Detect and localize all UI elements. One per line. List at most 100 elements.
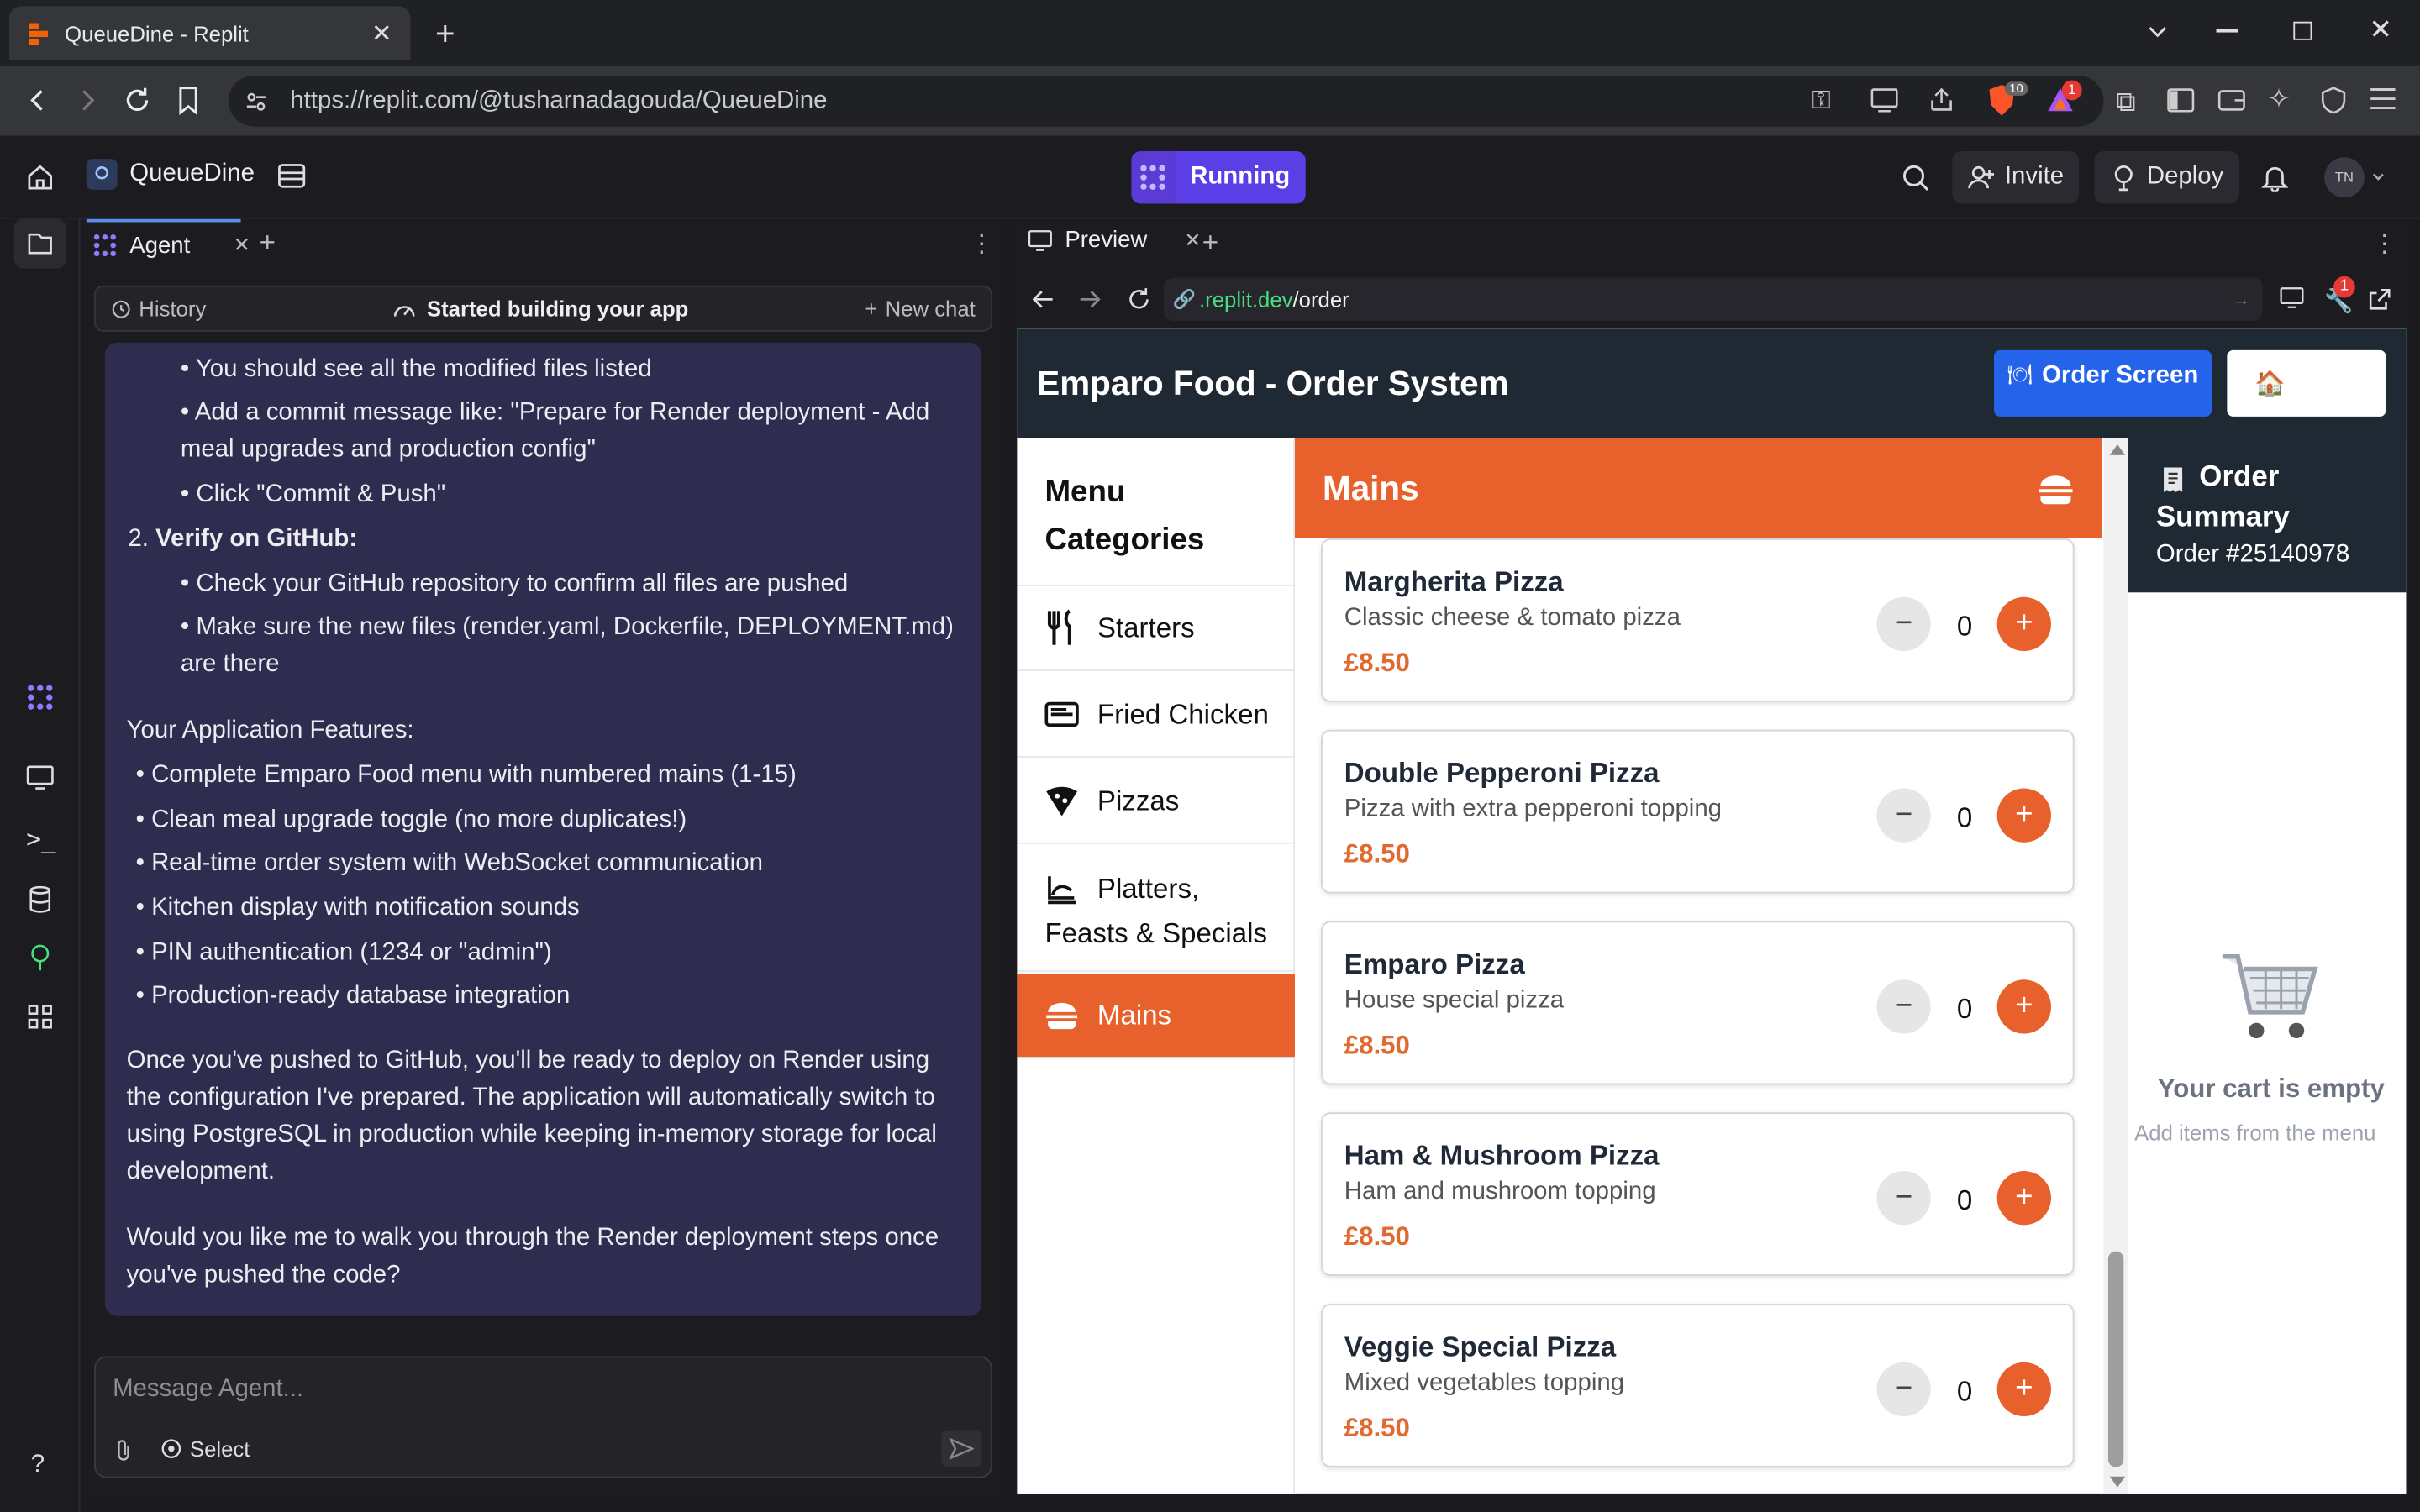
- add-tab-icon[interactable]: +: [260, 227, 276, 260]
- preview-forward-icon[interactable]: [1077, 287, 1102, 312]
- project-switcher[interactable]: QueueDine: [86, 159, 255, 190]
- browser-menu-icon[interactable]: [2369, 88, 2396, 110]
- agent-tab-label: Agent: [129, 232, 191, 259]
- category-fried-chicken[interactable]: Fried Chicken: [1017, 673, 1295, 758]
- tab-list-chevron-icon[interactable]: [2145, 18, 2170, 43]
- category-starters[interactable]: Starters: [1017, 586, 1295, 671]
- shell-icon[interactable]: >_: [26, 824, 55, 853]
- menu-item-card: Ham & Mushroom Pizza Ham and mushroom top…: [1321, 1112, 2075, 1276]
- increase-quantity-button[interactable]: +: [1996, 1171, 2051, 1226]
- file-tree-icon[interactable]: [13, 218, 66, 269]
- search-icon[interactable]: [1902, 164, 1929, 192]
- forward-icon[interactable]: [72, 87, 100, 114]
- category-pizzas[interactable]: Pizzas: [1017, 759, 1295, 844]
- category-label: Starters: [1097, 612, 1195, 643]
- decrease-quantity-button[interactable]: −: [1876, 788, 1931, 843]
- decrease-quantity-button[interactable]: −: [1876, 979, 1931, 1034]
- decrease-quantity-button[interactable]: −: [1876, 1171, 1931, 1226]
- vpn-icon[interactable]: [2320, 87, 2348, 114]
- open-new-window-icon[interactable]: [2367, 287, 2391, 312]
- empty-cart-subtitle: Add items from the menu: [2134, 1120, 2376, 1145]
- preview-reload-icon[interactable]: [1125, 286, 1153, 313]
- tab-agent[interactable]: Agent ✕: [86, 218, 250, 269]
- menu-item-name: Ham & Mushroom Pizza: [1344, 1140, 1660, 1172]
- new-tab-icon[interactable]: +: [435, 14, 455, 55]
- share-icon[interactable]: [1928, 87, 1955, 114]
- browser-tab-title: QueueDine - Replit: [65, 20, 249, 46]
- menu-item-card: Double Pepperoni Pizza Pizza with extra p…: [1321, 729, 2075, 894]
- bookmark-icon[interactable]: [176, 85, 200, 116]
- order-screen-button[interactable]: 🍽 Order Screen: [1994, 349, 2212, 417]
- category-label: Fried Chicken: [1097, 698, 1269, 729]
- category-platters[interactable]: Platters, Feasts & Specials: [1017, 846, 1295, 973]
- database-rail-icon[interactable]: [28, 885, 52, 913]
- database-icon[interactable]: [278, 162, 306, 190]
- close-window-icon[interactable]: ✕: [2369, 14, 2392, 47]
- preview-rail-icon[interactable]: [26, 765, 54, 790]
- browser-tab[interactable]: QueueDine - Replit ✕: [9, 6, 411, 60]
- menu-item-card: Margherita Pizza Classic cheese & tomato …: [1321, 538, 2075, 702]
- password-key-icon[interactable]: ⚿: [1812, 88, 1830, 116]
- menu-item-price: £8.50: [1344, 648, 1410, 678]
- scroll-up-arrow-icon[interactable]: [2109, 444, 2126, 455]
- home-button[interactable]: 🏠: [2227, 349, 2386, 417]
- leo-ai-icon[interactable]: ✧: [2267, 83, 2291, 116]
- menu-item-price: £8.50: [1344, 1413, 1410, 1443]
- invite-button[interactable]: Invite: [1952, 150, 2080, 204]
- scroll-thumb[interactable]: [2107, 1251, 2124, 1467]
- new-chat-button[interactable]: + New chat: [865, 297, 975, 321]
- menu-item-price: £8.50: [1344, 1030, 1410, 1060]
- preview-back-icon[interactable]: [1031, 287, 1055, 312]
- back-icon[interactable]: [24, 87, 52, 114]
- cast-icon[interactable]: [1870, 88, 1898, 113]
- feature-item: • Kitchen display with notification soun…: [135, 895, 580, 921]
- all-tools-icon[interactable]: [28, 1005, 52, 1029]
- decrease-quantity-button[interactable]: −: [1876, 596, 1931, 652]
- platter-icon: [1044, 872, 1078, 906]
- new-chat-label: New chat: [885, 296, 976, 322]
- attach-icon[interactable]: [113, 1438, 134, 1462]
- agent-rail-icon[interactable]: [26, 684, 54, 711]
- site-settings-icon[interactable]: [244, 89, 268, 113]
- category-mains[interactable]: Mains: [1017, 973, 1295, 1058]
- menu-item-card: Emparo Pizza House special pizza £8.50 −0 +: [1321, 921, 2075, 1085]
- preview-menu-icon[interactable]: ⋮: [2372, 228, 2396, 260]
- restore-icon[interactable]: [2293, 21, 2312, 40]
- preview-url-bar[interactable]: 🔗 .replit.dev /order →: [1163, 277, 2263, 322]
- deployments-rail-icon[interactable]: [28, 944, 52, 972]
- avatar: TN: [2324, 157, 2365, 198]
- increase-quantity-button[interactable]: +: [1996, 788, 2051, 843]
- add-preview-tab-icon[interactable]: +: [1202, 227, 1218, 260]
- send-button[interactable]: [941, 1430, 982, 1467]
- notifications-bell-icon[interactable]: [2261, 164, 2289, 192]
- increase-quantity-button[interactable]: +: [1996, 596, 2051, 652]
- wallet-icon[interactable]: [2217, 87, 2245, 114]
- chicken-icon: [1044, 699, 1079, 730]
- menu-scrollbar[interactable]: [2103, 438, 2128, 1494]
- history-button[interactable]: History: [111, 297, 206, 321]
- tab-preview[interactable]: Preview ✕: [1028, 227, 1201, 253]
- increase-quantity-button[interactable]: +: [1996, 979, 2051, 1034]
- close-preview-tab-icon[interactable]: ✕: [1184, 228, 1201, 252]
- close-agent-tab-icon[interactable]: ✕: [234, 233, 250, 257]
- message-input[interactable]: Message Agent...: [113, 1376, 303, 1404]
- deploy-button[interactable]: Deploy: [2094, 150, 2239, 204]
- sidebar-toggle-icon[interactable]: [2167, 87, 2195, 114]
- reload-icon[interactable]: [122, 85, 153, 116]
- user-menu[interactable]: TN: [2324, 157, 2386, 198]
- bullet-list-item: • Add a commit message like: "Prepare fo…: [180, 399, 930, 464]
- help-icon[interactable]: ?: [31, 1452, 45, 1479]
- decrease-quantity-button[interactable]: −: [1876, 1362, 1931, 1417]
- home-icon[interactable]: [26, 164, 54, 192]
- run-button[interactable]: Running: [1131, 150, 1306, 204]
- go-arrow-icon[interactable]: →: [2232, 288, 2250, 310]
- agent-pane-menu-icon[interactable]: ⋮: [969, 228, 993, 260]
- extensions-icon[interactable]: ⧉: [2116, 87, 2136, 119]
- device-icon[interactable]: [2280, 287, 2304, 309]
- feature-text: PIN authentication (1234 or "admin"): [151, 939, 552, 966]
- select-element-button[interactable]: Select: [160, 1436, 250, 1461]
- close-tab-icon[interactable]: ✕: [371, 18, 392, 49]
- scroll-down-arrow-icon[interactable]: [2109, 1476, 2126, 1488]
- minimize-icon[interactable]: [2216, 29, 2238, 32]
- increase-quantity-button[interactable]: +: [1996, 1362, 2051, 1417]
